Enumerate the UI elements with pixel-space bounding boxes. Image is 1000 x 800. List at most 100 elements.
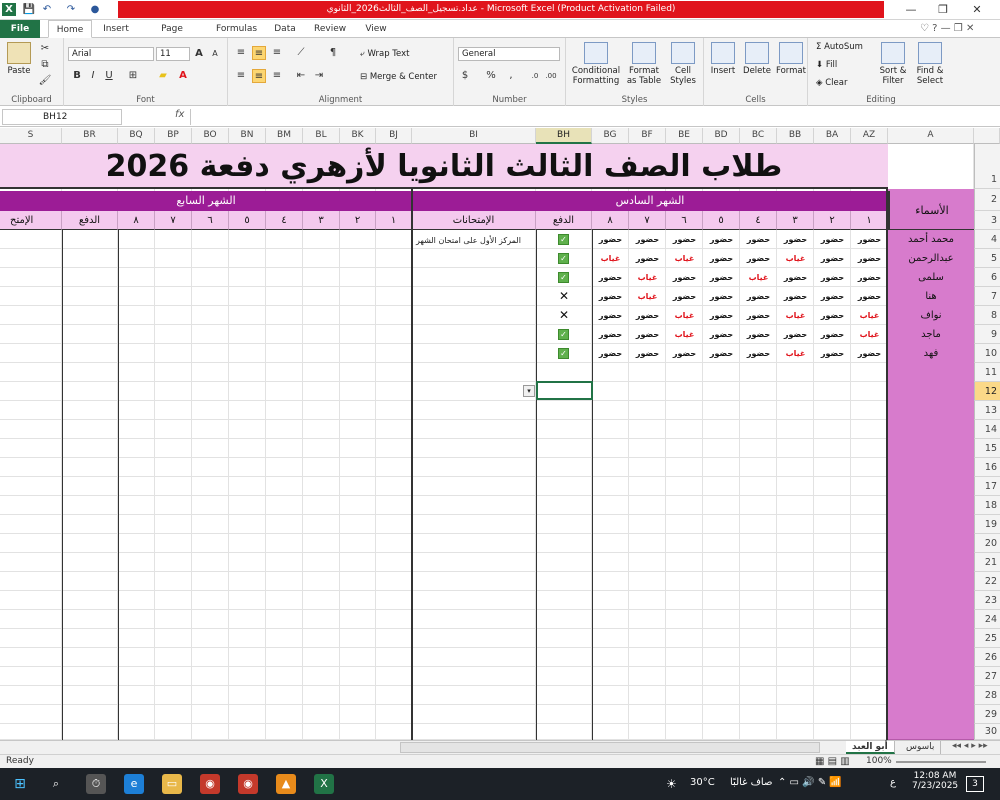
attendance-cell[interactable]: حضور bbox=[814, 268, 851, 287]
attendance-cell[interactable]: حضور bbox=[703, 268, 740, 287]
dropdown-arrow-icon[interactable]: ▾ bbox=[523, 385, 535, 397]
row-header-19[interactable]: 19 bbox=[974, 515, 1000, 534]
attendance-cell[interactable]: حضور bbox=[703, 287, 740, 306]
app-icon-1[interactable]: ⏱ bbox=[86, 774, 106, 794]
row-header-18[interactable]: 18 bbox=[974, 496, 1000, 515]
formula-input[interactable] bbox=[190, 109, 990, 125]
attendance-cell[interactable]: حضور bbox=[814, 325, 851, 344]
input-language[interactable]: ع bbox=[890, 777, 896, 788]
paste-button[interactable]: Paste bbox=[4, 42, 34, 76]
attendance-cell[interactable]: حضور bbox=[851, 287, 888, 306]
column-header-BC[interactable]: BC bbox=[740, 128, 777, 144]
vlc-icon[interactable]: ▲ bbox=[276, 774, 296, 794]
row-header-3[interactable]: 3 bbox=[974, 211, 1000, 230]
customize-icon[interactable]: ● bbox=[88, 3, 102, 16]
tab-view[interactable]: View bbox=[358, 20, 394, 38]
column-header-A[interactable]: A bbox=[888, 128, 974, 144]
row-header-10[interactable]: 10 bbox=[974, 344, 1000, 363]
attendance-cell[interactable]: حضور bbox=[666, 268, 703, 287]
row-header-26[interactable]: 26 bbox=[974, 648, 1000, 667]
row-header-27[interactable]: 27 bbox=[974, 667, 1000, 686]
attendance-cell[interactable]: غياب bbox=[629, 268, 666, 287]
align-left-icon[interactable]: ≡ bbox=[234, 69, 248, 83]
attendance-cell[interactable]: غياب bbox=[740, 268, 777, 287]
weather-temp[interactable]: 30°C bbox=[690, 777, 715, 788]
paid-check-icon[interactable]: ✓ bbox=[558, 253, 569, 264]
zoom-slider[interactable] bbox=[896, 761, 986, 763]
decrease-decimal-icon[interactable]: .00 bbox=[544, 69, 558, 83]
align-center-icon[interactable]: ≡ bbox=[252, 69, 266, 83]
sheet-tab-1[interactable]: أبو العبد bbox=[846, 741, 895, 754]
attendance-cell[interactable]: حضور bbox=[814, 287, 851, 306]
attendance-cell[interactable]: حضور bbox=[592, 230, 629, 249]
row-header-21[interactable]: 21 bbox=[974, 553, 1000, 572]
sort-filter-button[interactable]: Sort & Filter bbox=[876, 42, 910, 86]
attendance-cell[interactable]: حضور bbox=[703, 306, 740, 325]
maximize-button[interactable]: ❐ bbox=[932, 2, 954, 18]
row-header-12[interactable]: 12 bbox=[974, 382, 1000, 401]
format-cells-button[interactable]: Format bbox=[774, 42, 808, 76]
unpaid-x-icon[interactable]: ✕ bbox=[559, 309, 569, 321]
row-header-6[interactable]: 6 bbox=[974, 268, 1000, 287]
font-name-box[interactable]: Arial bbox=[68, 47, 154, 61]
attendance-cell[interactable]: حضور bbox=[740, 287, 777, 306]
copy-icon[interactable]: ⧉ bbox=[38, 58, 52, 72]
comma-button[interactable]: , bbox=[504, 69, 518, 83]
column-header-BK[interactable]: BK bbox=[340, 128, 376, 144]
autosum-button[interactable]: Σ AutoSum bbox=[816, 42, 863, 52]
cell-styles-button[interactable]: Cell Styles bbox=[664, 42, 702, 86]
column-header-BR[interactable]: BR bbox=[62, 128, 118, 144]
tab-formulas[interactable]: Formulas bbox=[210, 20, 262, 38]
student-name[interactable]: ماجد bbox=[888, 325, 974, 344]
edge-icon[interactable]: e bbox=[124, 774, 144, 794]
tab-home[interactable]: Home bbox=[48, 20, 92, 38]
row-header-2[interactable]: 2 bbox=[974, 189, 1000, 211]
column-header-BB[interactable]: BB bbox=[777, 128, 814, 144]
attendance-cell[interactable]: حضور bbox=[851, 230, 888, 249]
attendance-cell[interactable]: حضور bbox=[851, 344, 888, 363]
column-header-BO[interactable]: BO bbox=[192, 128, 229, 144]
font-size-box[interactable]: 11 bbox=[156, 47, 190, 61]
column-header-AZ[interactable]: AZ bbox=[851, 128, 888, 144]
attendance-cell[interactable]: غياب bbox=[629, 287, 666, 306]
row-header-14[interactable]: 14 bbox=[974, 420, 1000, 439]
row-header-25[interactable]: 25 bbox=[974, 629, 1000, 648]
notification-badge[interactable]: 3 bbox=[966, 776, 984, 792]
attendance-cell[interactable]: حضور bbox=[629, 306, 666, 325]
attendance-cell[interactable]: حضور bbox=[592, 344, 629, 363]
shrink-font-icon[interactable]: A bbox=[208, 47, 222, 61]
attendance-cell[interactable]: غياب bbox=[777, 306, 814, 325]
worksheet-grid[interactable]: S BR BQ BP BO BN BM BL BK BJ BI BH BG BF BE BD BC BB BA AZ A… bbox=[0, 128, 1000, 740]
increase-decimal-icon[interactable]: .0 bbox=[528, 69, 542, 83]
row-header-24[interactable]: 24 bbox=[974, 610, 1000, 629]
column-header-BF[interactable]: BF bbox=[629, 128, 666, 144]
attendance-cell[interactable]: حضور bbox=[703, 230, 740, 249]
column-header-BI[interactable]: BI bbox=[412, 128, 536, 144]
attendance-cell[interactable]: حضور bbox=[592, 287, 629, 306]
attendance-cell[interactable]: حضور bbox=[666, 344, 703, 363]
search-icon[interactable]: ⌕ bbox=[46, 774, 66, 794]
active-cell-BH12[interactable] bbox=[536, 381, 593, 400]
attendance-cell[interactable]: حضور bbox=[814, 230, 851, 249]
row-header-15[interactable]: 15 bbox=[974, 439, 1000, 458]
column-header-BG[interactable]: BG bbox=[592, 128, 629, 144]
attendance-cell[interactable]: حضور bbox=[740, 306, 777, 325]
row-header-5[interactable]: 5 bbox=[974, 249, 1000, 268]
undo-icon[interactable]: ↶ bbox=[40, 3, 54, 16]
borders-icon[interactable]: ⊞ bbox=[126, 69, 140, 83]
row-header-30[interactable]: 30 bbox=[974, 724, 1000, 740]
row-header-4[interactable]: 4 bbox=[974, 230, 1000, 249]
tab-data[interactable]: Data bbox=[268, 20, 302, 38]
sheet-tab-2[interactable]: باسوس bbox=[900, 741, 942, 754]
column-header-BL[interactable]: BL bbox=[303, 128, 340, 144]
attendance-cell[interactable]: حضور bbox=[814, 344, 851, 363]
attendance-cell[interactable]: حضور bbox=[814, 306, 851, 325]
currency-button[interactable]: $ bbox=[458, 69, 472, 83]
row-header-29[interactable]: 29 bbox=[974, 705, 1000, 724]
increase-indent-icon[interactable]: ⇥ bbox=[312, 69, 326, 83]
attendance-cell[interactable]: غياب bbox=[777, 344, 814, 363]
minimize-button[interactable]: — bbox=[900, 2, 922, 18]
rtl-icon[interactable]: ¶ bbox=[326, 46, 340, 60]
align-top-icon[interactable]: ≡ bbox=[234, 46, 248, 60]
student-name[interactable]: هنا bbox=[888, 287, 974, 306]
